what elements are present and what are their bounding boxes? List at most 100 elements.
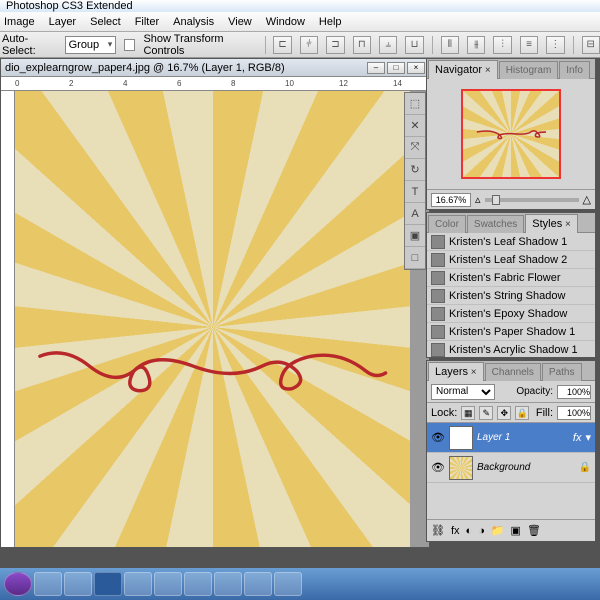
style-swatch-icon [431,307,445,321]
tab-color[interactable]: Color [428,215,466,233]
layers-footer: ⛓ fx ◐ ◑ 📁 ▣ 🗑 [427,519,595,541]
visibility-icon[interactable]: 👁 [431,461,445,475]
style-item[interactable]: Kristen's Paper Shadow 1 [427,323,595,341]
minimize-button[interactable]: – [367,62,385,74]
tab-navigator[interactable]: Navigator × [428,60,498,79]
lock-all-icon[interactable]: 🔒 [515,406,529,420]
tool-icon[interactable]: ✕ [405,115,425,137]
style-item[interactable]: Kristen's Leaf Shadow 2 [427,251,595,269]
menu-image[interactable]: Image [4,16,35,28]
layer-mask-icon[interactable]: ◐ [466,525,473,537]
style-swatch-icon [431,343,445,357]
blend-mode-select[interactable]: Normal [431,384,495,400]
layer-row[interactable]: 👁 Background 🔒 [427,453,595,483]
show-transform-checkbox[interactable] [124,39,135,51]
align-icon[interactable]: ⊓ [353,36,371,54]
distribute-icon[interactable]: ⋮ [546,36,564,54]
options-bar: Auto-Select: Group▾ Show Transform Contr… [0,32,600,58]
visibility-icon[interactable]: 👁 [431,431,445,445]
tab-label: Styles [532,218,562,230]
layers-list: 👁 Layer 1 fx ▾ 👁 Background 🔒 [427,423,595,519]
taskbar-item[interactable] [274,572,302,596]
chevron-icon[interactable]: ▾ [585,431,591,444]
tool-icon[interactable]: ▣ [405,225,425,247]
style-item[interactable]: Kristen's Epoxy Shadow [427,305,595,323]
zoom-input[interactable] [431,193,471,207]
tool-icon[interactable]: ⤧ [405,137,425,159]
taskbar-item[interactable] [184,572,212,596]
canvas-area[interactable] [15,91,429,547]
align-icon[interactable]: ⫨ [379,36,397,54]
tab-histogram[interactable]: Histogram [499,61,559,79]
horizontal-ruler: 0 2 4 6 8 10 12 14 [1,77,429,91]
fx-badge[interactable]: fx [573,432,582,444]
taskbar-item[interactable] [244,572,272,596]
tab-swatches[interactable]: Swatches [467,215,524,233]
align-icon[interactable]: ⊐ [326,36,344,54]
lock-pixels-icon[interactable]: ✎ [479,406,493,420]
distribute-icon[interactable]: ⫴ [441,36,459,54]
style-item[interactable]: Kristen's Fabric Flower [427,269,595,287]
link-layers-icon[interactable]: ⛓ [431,524,445,537]
tab-paths[interactable]: Paths [542,363,582,381]
layer-row[interactable]: 👁 Layer 1 fx ▾ [427,423,595,453]
layer-thumbnail [449,456,473,480]
document-titlebar[interactable]: dio_explearngrow_paper4.jpg @ 16.7% (Lay… [1,59,429,77]
tab-layers[interactable]: Layers × [428,362,484,381]
tab-styles[interactable]: Styles × [525,214,578,233]
taskbar-item[interactable] [214,572,242,596]
slider-knob[interactable] [492,195,500,205]
align-icon[interactable]: ⫩ [300,36,318,54]
menu-help[interactable]: Help [319,16,342,28]
opacity-input[interactable] [557,385,591,399]
taskbar-item[interactable] [124,572,152,596]
zoom-in-icon[interactable]: △ [583,193,591,206]
taskbar-item[interactable] [34,572,62,596]
taskbar-item-ps[interactable] [94,572,122,596]
style-item[interactable]: Kristen's String Shadow [427,287,595,305]
zoom-slider[interactable] [485,198,579,202]
tab-channels[interactable]: Channels [485,363,541,381]
style-item[interactable]: Kristen's Acrylic Shadow 1 [427,341,595,357]
tool-icon[interactable]: □ [405,247,425,269]
lock-position-icon[interactable]: ✥ [497,406,511,420]
taskbar-item[interactable] [154,572,182,596]
auto-select-dropdown[interactable]: Group▾ [65,36,117,54]
style-swatch-icon [431,325,445,339]
new-group-icon[interactable]: 📁 [491,524,505,537]
style-name: Kristen's Leaf Shadow 2 [449,254,567,266]
menu-filter[interactable]: Filter [135,16,159,28]
tool-icon[interactable]: ⬚ [405,93,425,115]
tool-icon[interactable]: A [405,203,425,225]
menu-window[interactable]: Window [266,16,305,28]
align-icon[interactable]: ⊟ [582,36,600,54]
tab-info[interactable]: Info [559,61,590,79]
menu-view[interactable]: View [228,16,252,28]
start-button[interactable] [4,572,32,596]
delete-layer-icon[interactable]: 🗑 [527,524,541,537]
tool-icon[interactable]: T [405,181,425,203]
layer-name: Layer 1 [477,432,510,443]
rope-layer [35,341,391,401]
fill-input[interactable] [557,406,591,420]
tool-icon[interactable]: ↻ [405,159,425,181]
navigator-preview[interactable] [427,79,595,189]
menu-select[interactable]: Select [90,16,121,28]
menu-analysis[interactable]: Analysis [173,16,214,28]
align-icon[interactable]: ⊏ [273,36,291,54]
align-icon[interactable]: ⊔ [405,36,423,54]
maximize-button[interactable]: □ [387,62,405,74]
distribute-icon[interactable]: ≡ [520,36,538,54]
adjustment-layer-icon[interactable]: ◑ [478,525,485,537]
new-layer-icon[interactable]: ▣ [511,524,521,537]
distribute-icon[interactable]: ⫶ [493,36,511,54]
layer-fx-icon[interactable]: fx [451,525,460,537]
taskbar-item[interactable] [64,572,92,596]
layers-empty [427,483,595,519]
style-item[interactable]: Kristen's Leaf Shadow 1 [427,233,595,251]
menu-layer[interactable]: Layer [49,16,77,28]
close-button[interactable]: × [407,62,425,74]
lock-transparency-icon[interactable]: ▦ [461,406,475,420]
zoom-out-icon[interactable]: ▵ [475,193,481,206]
distribute-icon[interactable]: ⫵ [467,36,485,54]
